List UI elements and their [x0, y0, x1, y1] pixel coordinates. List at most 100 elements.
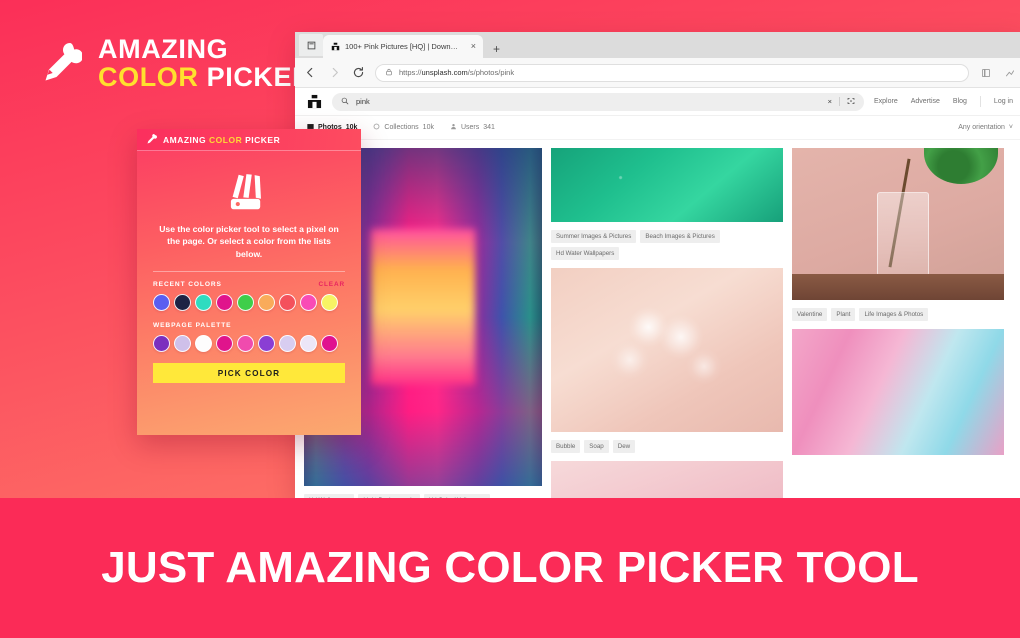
color-swatch[interactable] [321, 294, 338, 312]
search-divider [838, 97, 840, 106]
unsplash-header: pink × Explore Advertise Blog Log in [295, 88, 1020, 116]
popup-body: Use the color picker tool to select a pi… [137, 151, 361, 384]
collections-icon[interactable] [978, 65, 993, 80]
browser-tab[interactable]: 100+ Pink Pictures [HQ] | Down… × [323, 35, 483, 58]
tag[interactable]: Bubble [551, 440, 581, 453]
address-path: /s/photos/pink [467, 68, 515, 77]
users-icon [450, 123, 457, 132]
color-swatch[interactable] [321, 335, 338, 353]
tag[interactable]: Life Images & Photos [859, 308, 929, 321]
green-water-photo[interactable] [551, 148, 783, 222]
search-icon [341, 97, 349, 107]
color-swatch[interactable] [195, 294, 212, 312]
webpage-palette-header: Webpage palette [153, 322, 345, 329]
popup-divider [153, 271, 345, 273]
popup-header: AMAZING COLOR PICKER [137, 129, 361, 151]
brand-header: AMAZING COLOR PICKER [40, 34, 312, 92]
reload-icon[interactable] [351, 65, 366, 80]
soft-pink-photo[interactable] [551, 461, 783, 499]
column-middle: Summer Images & Pictures Beach Images & … [551, 148, 783, 499]
recent-colors-swatches [153, 294, 345, 312]
extensions-icon[interactable] [1002, 65, 1017, 80]
tag[interactable]: Dew [612, 440, 636, 453]
address-bar[interactable]: https://unsplash.com/s/photos/pink [375, 63, 969, 82]
color-swatch[interactable] [300, 335, 317, 353]
tag[interactable]: Valentine [792, 308, 828, 321]
color-swatch[interactable] [153, 335, 170, 353]
color-swatch[interactable] [237, 335, 254, 353]
color-picker-popup: AMAZING COLOR PICKER Use the color picke… [137, 129, 361, 435]
color-swatch[interactable] [216, 335, 233, 353]
popup-title-color: COLOR [209, 134, 243, 145]
clear-recent-colors-button[interactable]: Clear [318, 281, 345, 288]
subnav-tab-collections[interactable]: Collections 10k [373, 123, 434, 132]
brand-wordmark: AMAZING COLOR PICKER [98, 34, 312, 92]
new-tab-button[interactable]: + [483, 42, 508, 58]
recent-colors-header: Recent colors Clear [153, 281, 345, 288]
tag[interactable]: Summer Images & Pictures [551, 230, 637, 243]
search-clear-icon[interactable]: × [828, 97, 832, 106]
color-swatch[interactable] [216, 294, 233, 312]
browser-toolbar: https://unsplash.com/s/photos/pink [295, 58, 1020, 88]
tag[interactable]: Plant [831, 308, 856, 321]
color-swatch[interactable] [258, 335, 275, 353]
webpage-palette-title: Webpage palette [153, 322, 232, 330]
nav-link-advertise[interactable]: Advertise [911, 98, 940, 105]
color-swatch[interactable] [195, 335, 212, 353]
orientation-filter-label: Any orientation [958, 124, 1005, 131]
promo-banner-image: AMAZING COLOR PICKER 100+ Pink Pictures … [0, 0, 1020, 638]
bottom-banner: JUST AMAZING COLOR PICKER TOOL [0, 498, 1020, 638]
nav-link-explore[interactable]: Explore [874, 98, 898, 105]
forward-icon [327, 65, 342, 80]
tag-row-right: Valentine Plant Life Images & Photos [792, 308, 1004, 321]
lock-icon [385, 68, 393, 78]
unsplash-logo[interactable] [307, 94, 322, 109]
pink-crystal-photo[interactable] [792, 329, 1004, 455]
color-swatch[interactable] [237, 294, 254, 312]
pick-color-button[interactable]: Pick color [153, 363, 345, 384]
bottom-banner-text: JUST AMAZING COLOR PICKER TOOL [101, 543, 919, 592]
nav-link-login[interactable]: Log in [994, 98, 1013, 105]
tag[interactable]: Soap [584, 440, 609, 453]
color-swatch[interactable] [300, 294, 317, 312]
recent-colors-title: Recent colors [153, 281, 222, 289]
unsplash-favicon [331, 42, 340, 51]
search-input[interactable]: pink × [332, 92, 864, 111]
browser-window: 100+ Pink Pictures [HQ] | Down… × + http… [295, 32, 1020, 499]
subnav-collections-label: Collections [384, 124, 419, 131]
nav-link-blog[interactable]: Blog [953, 98, 967, 105]
brand-line-1: AMAZING [98, 34, 229, 64]
address-domain: unsplash.com [421, 68, 468, 77]
color-fan-icon [153, 171, 345, 213]
subnav-tab-users[interactable]: Users 341 [450, 123, 495, 132]
tag[interactable]: Hd Water Wallpapers [551, 247, 620, 260]
color-swatch[interactable] [279, 294, 296, 312]
leaf-shape [924, 148, 998, 184]
search-input-value[interactable]: pink [356, 97, 821, 106]
popup-title-picker: PICKER [245, 134, 281, 145]
glass-vase-photo[interactable] [792, 148, 1004, 300]
color-swatch[interactable] [153, 294, 170, 312]
color-swatch[interactable] [279, 335, 296, 353]
bubbles-photo[interactable] [551, 268, 783, 432]
photo-grid: Hd Wallpapers Light Backgrounds Hd Color… [295, 140, 1020, 499]
tag[interactable]: Beach Images & Pictures [640, 230, 720, 243]
color-swatch[interactable] [174, 294, 191, 312]
color-swatch[interactable] [258, 294, 275, 312]
glass-shape [876, 192, 929, 276]
column-right: Valentine Plant Life Images & Photos [792, 148, 1004, 499]
tab-list-icon[interactable] [299, 34, 323, 56]
visual-search-icon[interactable] [847, 97, 855, 107]
subnav-users-label: Users [460, 124, 480, 131]
close-icon[interactable]: × [471, 42, 476, 51]
eyedropper-icon [146, 131, 157, 149]
back-icon[interactable] [303, 65, 318, 80]
popup-title-amazing: AMAZING [163, 134, 207, 145]
table-shape [792, 274, 1004, 300]
popup-help-text: Use the color picker tool to select a pi… [159, 224, 339, 259]
tag-row-bubbles: Bubble Soap Dew [551, 440, 783, 453]
orientation-filter[interactable]: Any orientation ˅ [958, 124, 1013, 131]
brand-color-word: COLOR [98, 61, 199, 92]
color-swatch[interactable] [174, 335, 191, 353]
address-bar-text: https://unsplash.com/s/photos/pink [399, 68, 515, 77]
